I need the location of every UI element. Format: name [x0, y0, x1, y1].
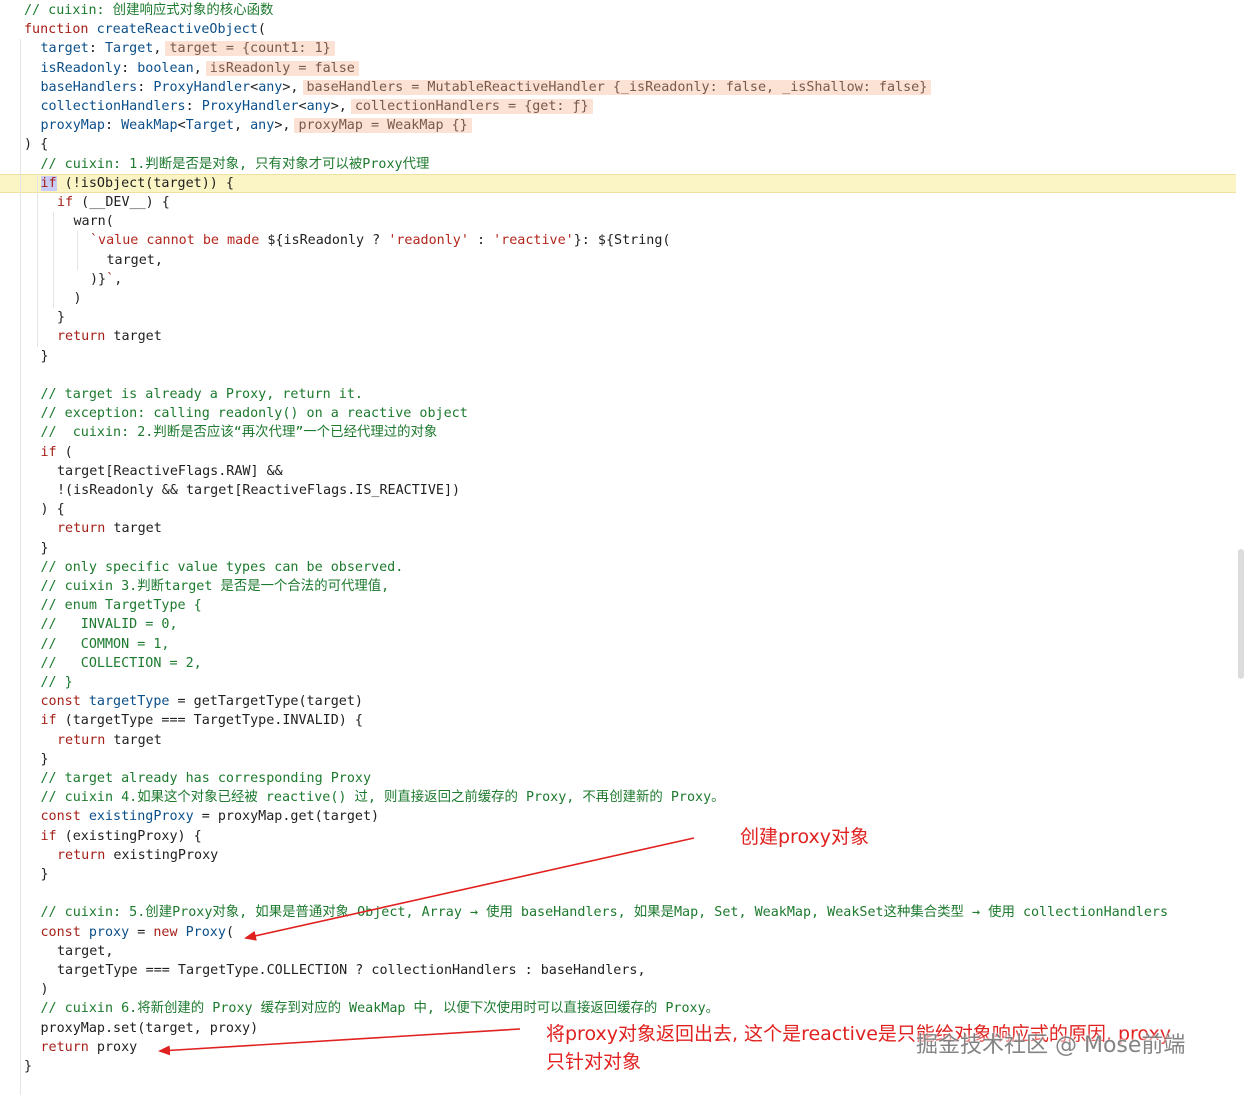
annotation-overlay: [158, 837, 695, 1056]
arrow-to-return-proxy: [158, 1028, 521, 1056]
annotation-create-proxy: 创建proxy对象: [740, 826, 869, 848]
arrow-to-new-proxy: [244, 837, 695, 941]
annotation-return-proxy-line2: 只针对对象: [546, 1051, 642, 1073]
vertical-scrollbar[interactable]: [1238, 549, 1244, 679]
watermark: 掘金技术社区 @ Mose前端: [916, 1033, 1186, 1058]
